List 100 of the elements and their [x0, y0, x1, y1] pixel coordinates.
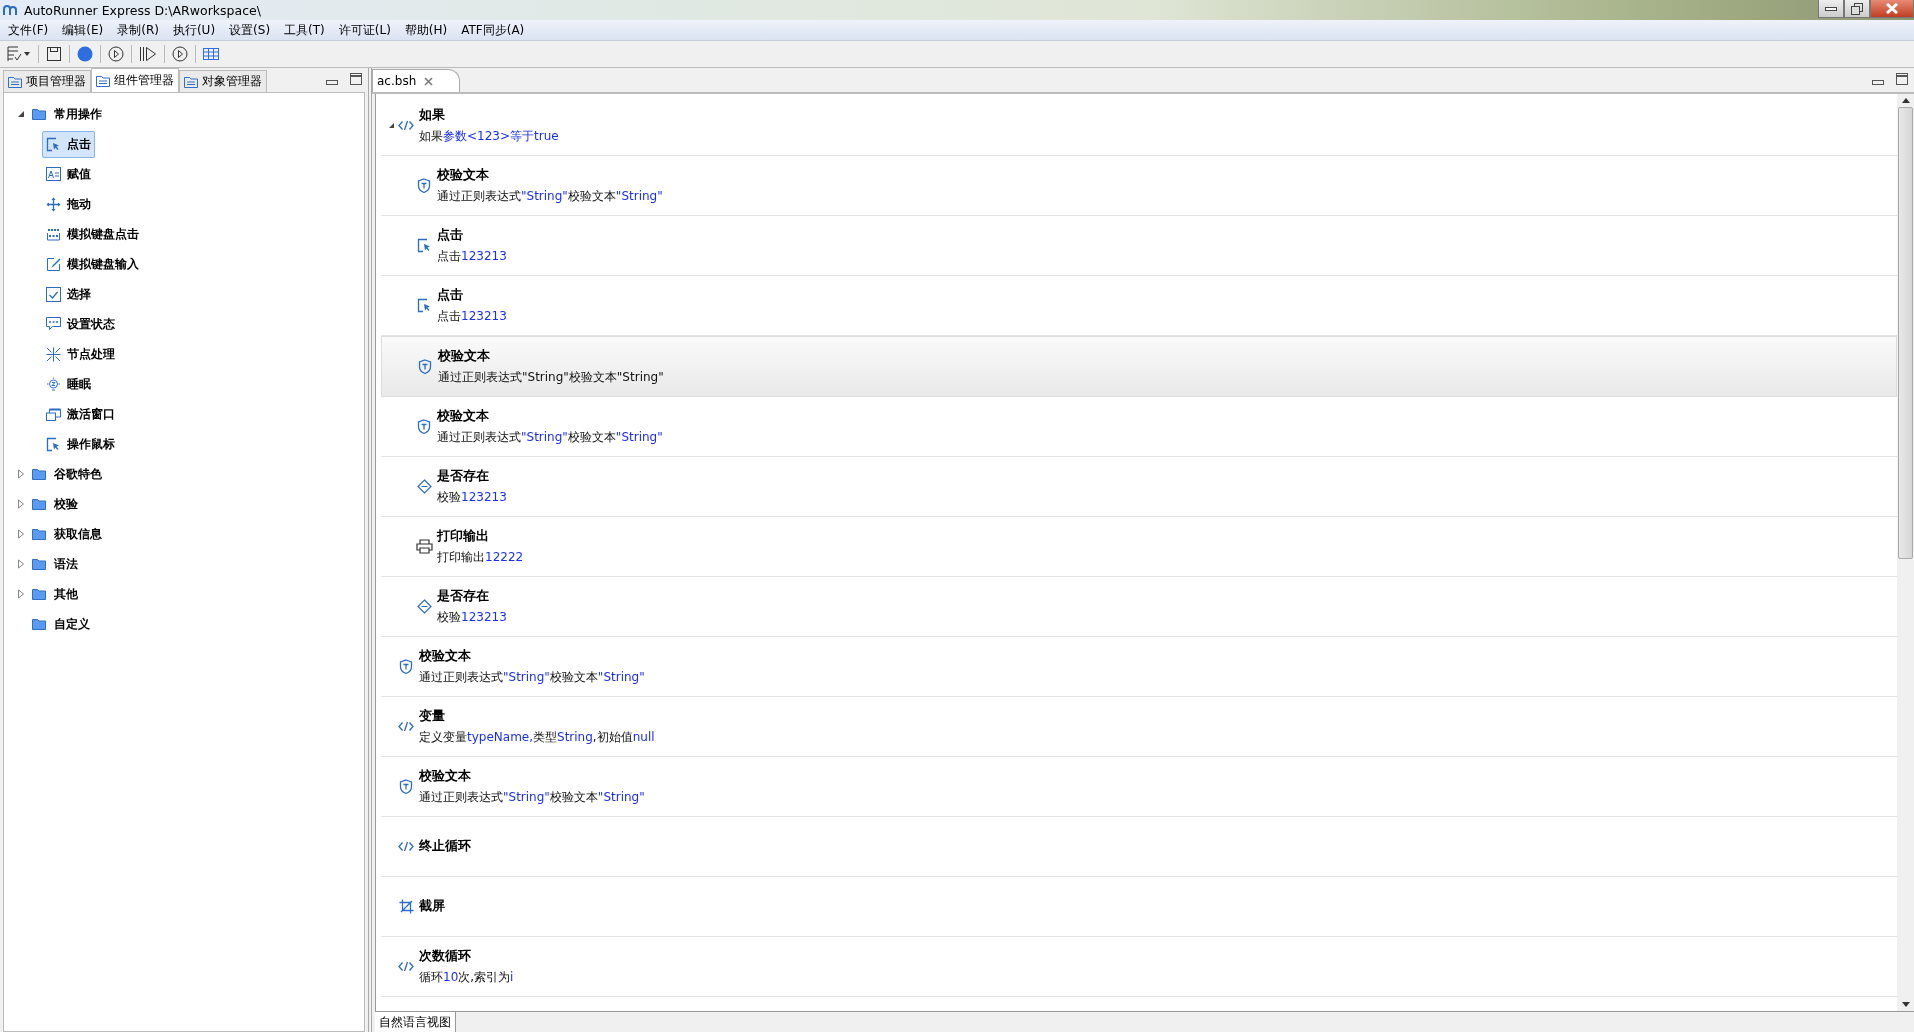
step-row[interactable]: 校验文本 通过正则表达式"String"校验文本"String": [381, 637, 1897, 697]
step-title: 校验文本: [437, 166, 490, 184]
step-row[interactable]: 校验文本 通过正则表达式"String"校验文本"String": [381, 336, 1897, 397]
step-row[interactable]: 终止循环: [381, 817, 1897, 877]
minimize-icon: [326, 79, 338, 85]
folder-icon: [32, 588, 46, 600]
step-row[interactable]: 打印输出 打印输出 12222: [381, 517, 1897, 577]
cursor-icon: [46, 436, 61, 452]
step-detail: 通过正则表达式"String"校验文本"String": [419, 788, 645, 806]
folder-icon: [32, 468, 46, 480]
cursor-icon: [416, 238, 432, 253]
step-title: 变量: [419, 707, 446, 725]
collapsed-arrow-icon[interactable]: [17, 589, 25, 599]
editor-tab[interactable]: ac.bsh: [372, 69, 461, 92]
tree-item[interactable]: 睡眠: [42, 370, 95, 398]
menu-item[interactable]: 执行(U): [172, 21, 216, 39]
tree-item[interactable]: 模拟键盘点击: [42, 220, 143, 248]
converging-lines-icon: [46, 346, 61, 362]
speech-bubble-icon: [46, 316, 61, 332]
step-detail: 校验123213: [437, 488, 507, 506]
tree-item[interactable]: 点击: [42, 130, 95, 158]
tree-item[interactable]: 选择: [42, 280, 95, 308]
menu-item[interactable]: 许可证(L): [338, 21, 391, 39]
step-title: 如果: [419, 106, 446, 124]
menu-item[interactable]: ATF同步(A): [461, 21, 525, 39]
crop-icon: [398, 899, 414, 914]
diamond-icon: [416, 599, 432, 614]
close-button[interactable]: [1870, 0, 1914, 18]
step-row[interactable]: 截屏: [381, 877, 1897, 937]
scroll-up-icon[interactable]: [1901, 98, 1910, 103]
folder-list-icon: [96, 74, 110, 87]
step-row[interactable]: 如果 如果参数<123>等于true: [381, 96, 1897, 156]
tree-folder-label[interactable]: 语法: [52, 553, 80, 575]
step-title: 次数循环: [419, 947, 472, 965]
step-row[interactable]: 次数循环 循环10次,索引为i: [381, 937, 1897, 997]
diamond-icon: [416, 479, 432, 494]
tree-item[interactable]: 激活窗口: [42, 400, 119, 428]
menu-item[interactable]: 编辑(E): [62, 21, 104, 39]
view-tab[interactable]: 自然语言视图: [375, 1012, 456, 1032]
expanded-arrow-icon[interactable]: [388, 122, 395, 129]
step-row[interactable]: 校验文本 通过正则表达式"String"校验文本"String": [381, 757, 1897, 817]
step-row[interactable]: 校验文本 通过正则表达式"String"校验文本"String": [381, 397, 1897, 457]
menu-item[interactable]: 工具(T): [284, 21, 325, 39]
close-icon[interactable]: [424, 76, 434, 86]
step-detail: 通过正则表达式"String"校验文本"String": [437, 187, 663, 205]
restore-button[interactable]: [1844, 0, 1870, 18]
panel-tab[interactable]: 对象管理器: [179, 70, 267, 92]
step-row[interactable]: 是否存在 校验123213: [381, 577, 1897, 637]
collapsed-arrow-icon[interactable]: [17, 559, 25, 569]
step-row[interactable]: 是否存在 校验123213: [381, 457, 1897, 517]
step-detail: 打印输出 12222: [437, 548, 524, 566]
tree-item[interactable]: 赋值: [42, 160, 95, 188]
tree-item[interactable]: 拖动: [42, 190, 95, 218]
step-row[interactable]: 点击 点击123213: [381, 216, 1897, 276]
printer-icon: [415, 539, 433, 554]
menu-item[interactable]: 设置(S): [229, 21, 271, 39]
shield-icon: [399, 658, 413, 675]
close-icon: [1885, 3, 1899, 14]
step-row[interactable]: 校验文本 通过正则表达式"String"校验文本"String": [381, 156, 1897, 216]
menu-item[interactable]: 文件(F): [8, 21, 49, 39]
table-button[interactable]: [200, 46, 222, 62]
scroll-down-icon[interactable]: [1901, 1002, 1910, 1007]
tree-folder-label[interactable]: 获取信息: [52, 523, 104, 545]
step-detail: 通过正则表达式"String"校验文本"String": [438, 368, 664, 386]
play-button[interactable]: [169, 44, 191, 64]
step-title: 点击: [437, 286, 464, 304]
scrollbar-thumb[interactable]: [1898, 107, 1913, 559]
run-button[interactable]: [105, 44, 127, 64]
step-title: 校验文本: [419, 647, 472, 665]
tree-item[interactable]: 操作鼠标: [42, 430, 119, 458]
tree-folder-label[interactable]: 校验: [52, 493, 80, 515]
expanded-arrow-icon[interactable]: [17, 110, 25, 118]
checkbox-icon: [46, 286, 61, 302]
collapsed-arrow-icon[interactable]: [17, 469, 25, 479]
keyboard-icon: [46, 227, 61, 241]
minimize-button[interactable]: [1818, 0, 1844, 18]
move-arrows-icon: [46, 196, 61, 212]
step-title: 校验文本: [438, 347, 491, 365]
minimize-icon: [1825, 6, 1837, 11]
tree-item[interactable]: 设置状态: [42, 310, 119, 338]
folder-icon: [32, 558, 46, 570]
step-detail: 校验123213: [437, 608, 507, 626]
menu-item[interactable]: 帮助(H): [404, 21, 448, 39]
panel-tab[interactable]: 组件管理器: [91, 68, 179, 92]
step-row[interactable]: 变量 定义变量typeName,类型String,初始值null: [381, 697, 1897, 757]
tree-item[interactable]: 模拟键盘输入: [42, 250, 143, 278]
maximize-icon: [1896, 72, 1908, 85]
tree-item[interactable]: 节点处理: [42, 340, 119, 368]
collapsed-arrow-icon[interactable]: [17, 499, 25, 509]
code-icon: [398, 120, 414, 131]
menu-item[interactable]: 录制(R): [117, 21, 159, 39]
step-title: 是否存在: [437, 587, 490, 605]
tree-folder-label[interactable]: 谷歌特色: [52, 463, 104, 485]
tree-folder-label[interactable]: 其他: [52, 583, 80, 605]
step-title: 是否存在: [437, 467, 490, 485]
tree-folder-label[interactable]: 常用操作: [52, 103, 104, 125]
step-detail: 通过正则表达式"String"校验文本"String": [437, 428, 663, 446]
panel-tab[interactable]: 项目管理器: [3, 70, 91, 92]
collapsed-arrow-icon[interactable]: [17, 529, 25, 539]
tree-folder-label[interactable]: 自定义: [52, 613, 92, 635]
